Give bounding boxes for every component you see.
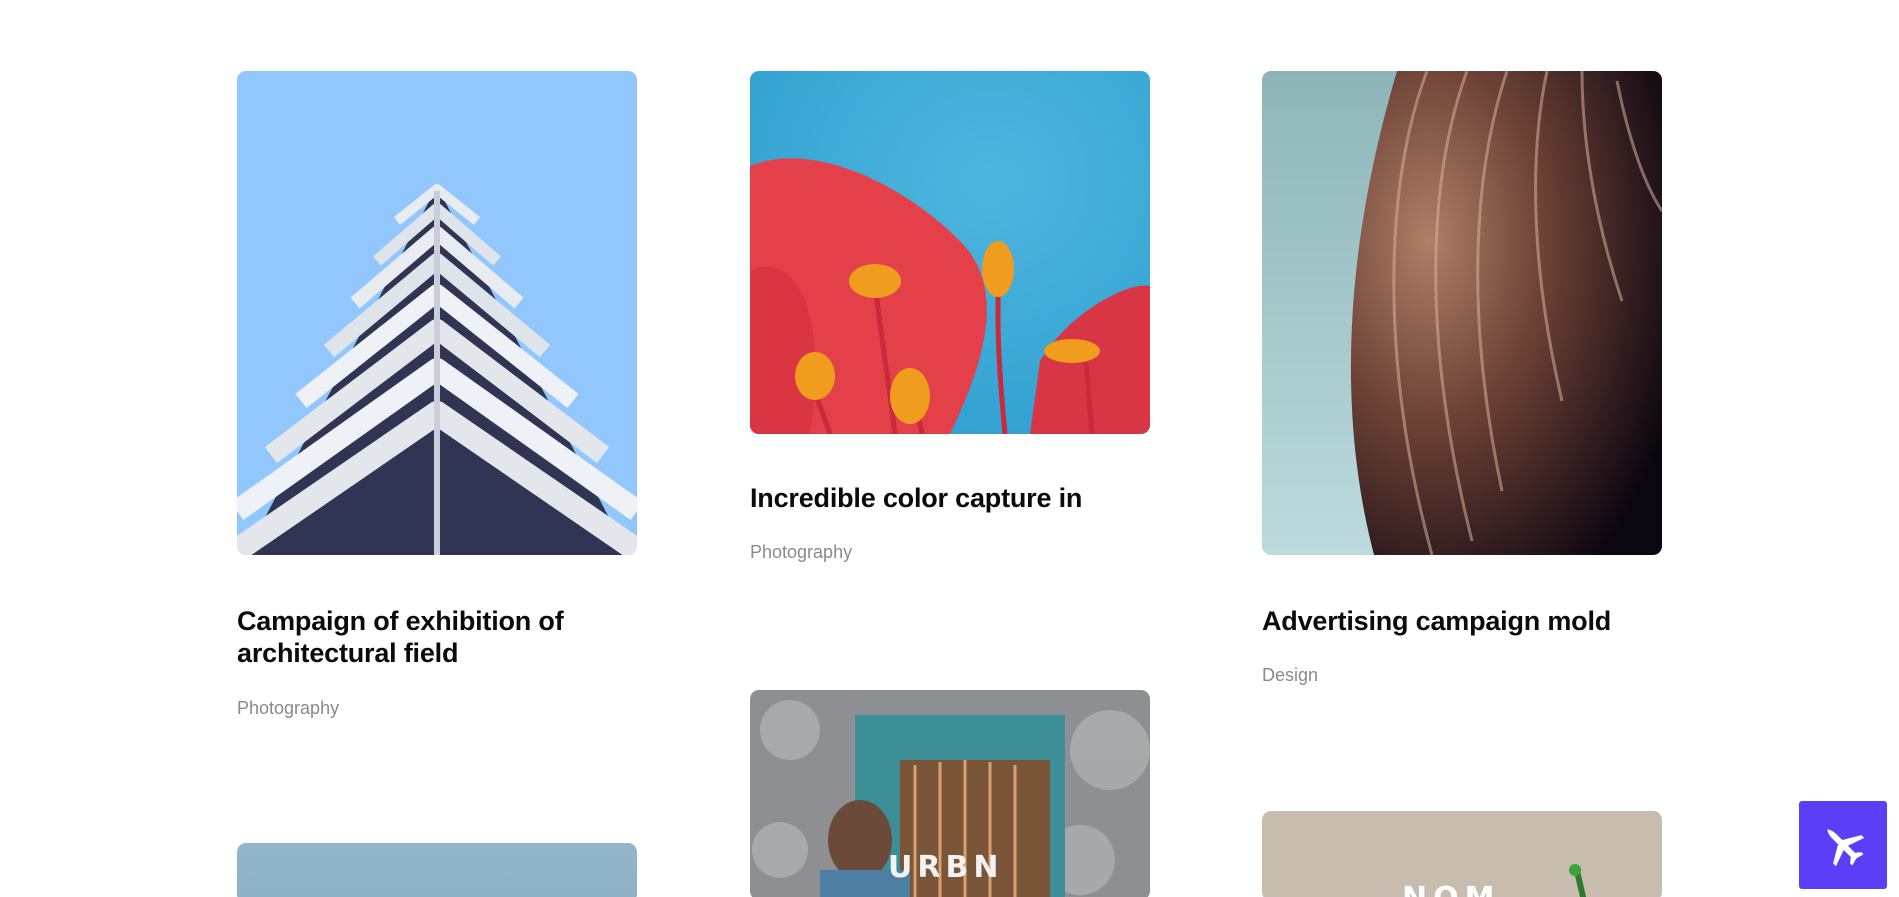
card-image-flower[interactable] [750,71,1150,434]
card-image-urbn-poster[interactable]: URBN [750,690,1150,897]
portfolio-grid: Campaign of exhibition of architectural … [0,0,1899,897]
card-image-product[interactable]: NOM [1262,811,1662,897]
portfolio-card[interactable]: NOM [1262,811,1662,897]
card-image-architecture[interactable] [237,71,637,555]
portfolio-card[interactable]: URBN [750,690,1150,897]
portfolio-card[interactable]: Advertising campaign mold Design [1262,71,1662,686]
card-title[interactable]: Advertising campaign mold [1262,605,1662,637]
card-title[interactable]: Campaign of exhibition of architectural … [237,605,637,669]
card-category[interactable]: Design [1262,664,1662,686]
card-image-sculpture[interactable] [1262,71,1662,555]
card-image-sky[interactable] [237,843,637,897]
card-category[interactable]: Photography [750,541,1150,563]
jet-plane-icon [1827,829,1865,867]
poster-nom-text: NOM [1402,881,1500,897]
poster-urbn-text: URBN [888,850,1004,885]
portfolio-card[interactable]: Incredible color capture in Photography [750,71,1150,563]
card-title[interactable]: Incredible color capture in [750,482,1150,514]
portfolio-card[interactable]: Campaign of exhibition of architectural … [237,71,637,719]
portfolio-card[interactable] [237,843,637,897]
scroll-top-button[interactable] [1799,801,1887,889]
card-category[interactable]: Photography [237,697,637,719]
